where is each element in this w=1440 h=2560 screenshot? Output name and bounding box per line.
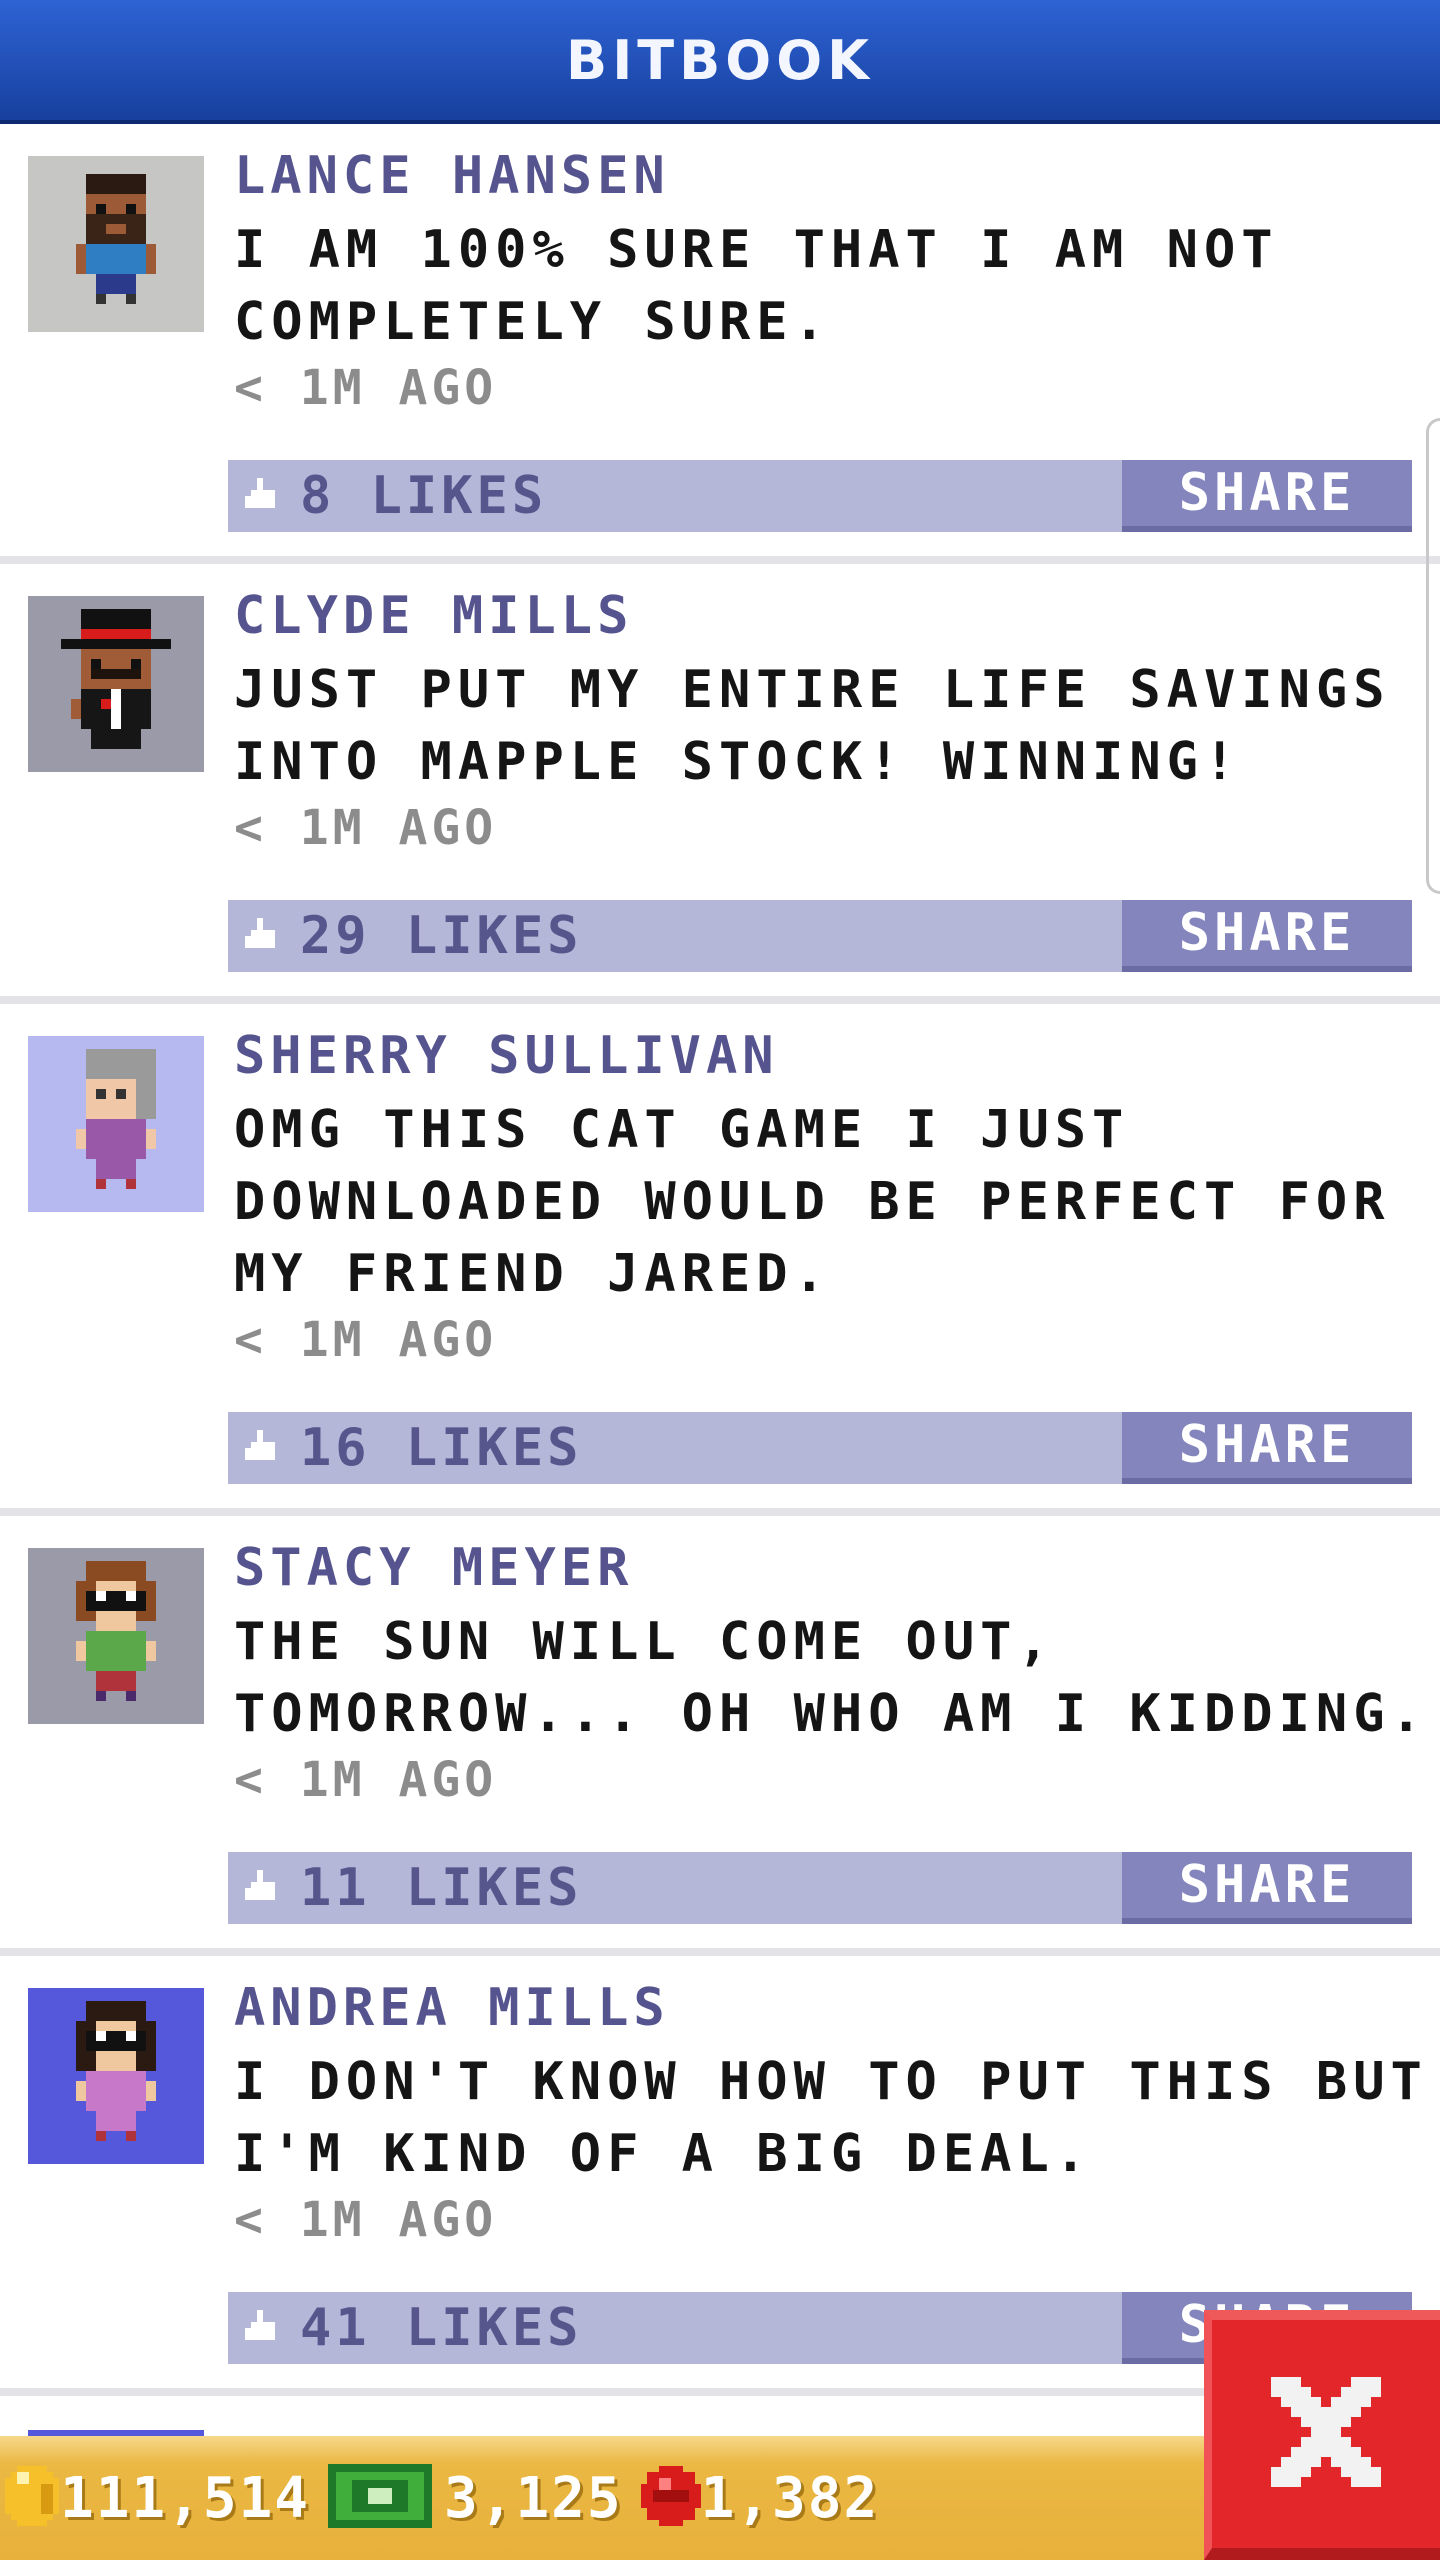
like-count: 41 LIKES [300, 2298, 583, 2358]
app-header: BITBOOK [0, 0, 1440, 124]
like-icon [242, 915, 284, 957]
close-button[interactable] [1204, 2310, 1440, 2560]
like-count: 16 LIKES [300, 1418, 583, 1478]
post-author: STACY MEYER [234, 1538, 634, 1598]
like-bar[interactable]: 11 LIKES SHARE [228, 1852, 1412, 1924]
post-card: SHERRY SULLIVAN OMG THIS CAT GAME I JUST… [0, 1004, 1440, 1516]
post-message: JUST PUT MY ENTIRE LIFE SAVINGS INTO MAP… [234, 660, 1391, 792]
post-message: OMG THIS CAT GAME I JUST DOWNLOADED WOUL… [234, 1100, 1391, 1304]
post-time: < 1M AGO [234, 800, 498, 856]
like-icon [242, 1427, 284, 1469]
post-time: < 1M AGO [234, 360, 498, 416]
bux-icon [328, 2464, 433, 2532]
post-card: CLYDE MILLS JUST PUT MY ENTIRE LIFE SAVI… [0, 564, 1440, 1004]
app-title: BITBOOK [566, 28, 874, 92]
post-time: < 1M AGO [234, 1752, 498, 1808]
gem-icon [640, 2466, 701, 2530]
like-count: 11 LIKES [300, 1858, 583, 1918]
like-icon [242, 2307, 284, 2349]
close-icon [1271, 2377, 1381, 2491]
gems-value: 1,382 [700, 2465, 880, 2531]
post-author: LANCE HANSEN [234, 146, 670, 206]
avatar[interactable] [28, 1548, 204, 1724]
coins-stat: 111,514 [4, 2466, 310, 2531]
post-message: THE SUN WILL COME OUT, TOMORROW... OH WH… [234, 1612, 1428, 1744]
post-card: STACY MEYER THE SUN WILL COME OUT, TOMOR… [0, 1516, 1440, 1956]
gems-stat: 1,382 [640, 2465, 880, 2531]
avatar[interactable] [28, 156, 204, 332]
post-feed[interactable]: LANCE HANSEN I AM 100% SURE THAT I AM NO… [0, 124, 1440, 2396]
post-time: < 1M AGO [234, 2192, 498, 2248]
post-message: I DON'T KNOW HOW TO PUT THIS BUT I'M KIN… [234, 2052, 1428, 2184]
avatar[interactable] [28, 1036, 204, 1212]
bux-value: 3,125 [444, 2465, 623, 2531]
post-message: I AM 100% SURE THAT I AM NOT COMPLETELY … [234, 220, 1279, 352]
like-bar[interactable]: 8 LIKES SHARE [228, 460, 1412, 532]
share-button[interactable]: SHARE [1122, 1852, 1412, 1924]
like-bar[interactable]: 16 LIKES SHARE [228, 1412, 1412, 1484]
scrollbar[interactable] [1426, 418, 1440, 894]
like-count: 8 LIKES [300, 466, 548, 526]
post-time: < 1M AGO [234, 1312, 498, 1368]
post-card: LANCE HANSEN I AM 100% SURE THAT I AM NO… [0, 124, 1440, 564]
coins-value: 111,514 [60, 2465, 311, 2531]
avatar[interactable] [28, 1988, 204, 2164]
like-count: 29 LIKES [300, 906, 583, 966]
post-author: SHERRY SULLIVAN [234, 1026, 779, 1086]
share-button[interactable]: SHARE [1122, 460, 1412, 532]
share-button[interactable]: SHARE [1122, 1412, 1412, 1484]
like-icon [242, 1867, 284, 1909]
like-icon [242, 475, 284, 517]
post-author: ANDREA MILLS [234, 1978, 670, 2038]
like-bar[interactable]: 29 LIKES SHARE [228, 900, 1412, 972]
avatar[interactable] [28, 596, 204, 772]
share-button[interactable]: SHARE [1122, 900, 1412, 972]
post-author: CLYDE MILLS [234, 586, 634, 646]
bux-stat: 3,125 [328, 2464, 623, 2532]
coin-icon [4, 2466, 60, 2530]
